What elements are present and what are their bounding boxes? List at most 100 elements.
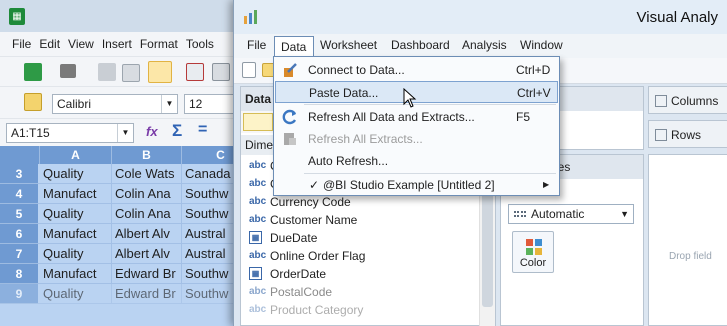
calendar-icon: ▦ [249, 267, 262, 280]
font-size-value: 12 [189, 97, 203, 111]
menu-item-auto-refresh[interactable]: Auto Refresh... [275, 150, 558, 172]
function-wizard-icon[interactable]: fx [146, 124, 158, 139]
cell[interactable]: Edward Br [112, 264, 182, 284]
color-button[interactable]: Color [512, 231, 554, 273]
menu-item-refresh-all-data[interactable]: Refresh All Data and Extracts... F5 [275, 106, 558, 128]
color-swatch-icon [535, 239, 542, 246]
menu-analysis[interactable]: Analysis [462, 38, 507, 52]
cell[interactable]: Edward Br [112, 284, 182, 304]
cell[interactable]: Albert Alv [112, 244, 182, 264]
menu-worksheet[interactable]: Worksheet [320, 38, 377, 52]
menu-dashboard[interactable]: Dashboard [391, 38, 450, 52]
menu-file[interactable]: File [247, 38, 266, 52]
new-worksheet-icon[interactable] [242, 62, 256, 78]
view-pane: Columns Rows Drop field [648, 86, 727, 326]
drop-field-hint: Drop field [669, 251, 712, 262]
cell[interactable]: Quality [40, 244, 112, 264]
formula-icon[interactable]: = [198, 121, 207, 139]
menu-window[interactable]: Window [520, 38, 563, 52]
row-header[interactable]: 8 [0, 264, 38, 284]
row-header[interactable]: 5 [0, 204, 38, 224]
sheet-menu-edit[interactable]: Edit [39, 37, 60, 51]
cell[interactable]: Manufact [40, 184, 112, 204]
sheet-menu-format[interactable]: Format [140, 37, 178, 51]
edit-mode-icon[interactable] [148, 61, 172, 83]
cell[interactable]: Quality [40, 164, 112, 184]
columns-shelf[interactable]: Columns [648, 86, 727, 114]
scrollbar-thumb[interactable] [482, 187, 493, 307]
row-header[interactable]: 6 [0, 224, 38, 244]
table-row: 4 Manufact Colin Ana Southw [0, 184, 260, 204]
list-item[interactable]: abc PostalCode [241, 283, 479, 301]
mail-icon[interactable] [122, 64, 140, 82]
styles-icon[interactable] [24, 93, 42, 111]
open-folder-icon[interactable] [60, 64, 76, 78]
column-header-b[interactable]: B [112, 146, 182, 164]
row-header[interactable]: 3 [0, 164, 38, 184]
table-row: 5 Quality Colin Ana Southw [0, 204, 260, 224]
cell[interactable]: Colin Ana [112, 204, 182, 224]
list-item[interactable]: ▦ DueDate [241, 229, 479, 247]
cell[interactable]: Cole Wats [112, 164, 182, 184]
color-swatch-icon [535, 248, 542, 255]
table-row: 6 Manufact Albert Alv Austral [0, 224, 260, 244]
sheet-menu-tools[interactable]: Tools [186, 37, 214, 51]
rows-icon [655, 129, 667, 141]
submenu-arrow-icon: ▶ [543, 180, 550, 189]
corner-cell[interactable] [0, 146, 40, 164]
sheet-menu-file[interactable]: File [12, 37, 31, 51]
color-swatch-icon [526, 248, 533, 255]
sum-icon[interactable]: Σ [172, 121, 182, 141]
extract-icon [284, 133, 296, 145]
menu-item-data-source[interactable]: ✓ @BI Studio Example [Untitled 2] ▶ [275, 174, 558, 196]
cell[interactable]: Manufact [40, 264, 112, 284]
list-item[interactable]: abc Customer Name [241, 211, 479, 229]
column-headers: A B C [0, 146, 260, 164]
cell[interactable]: Quality [40, 204, 112, 224]
cell[interactable]: Colin Ana [112, 184, 182, 204]
column-header-a[interactable]: A [40, 146, 112, 164]
menu-item-label: Refresh All Extracts... [308, 132, 423, 146]
va-app-icon [244, 10, 257, 24]
mark-type-select[interactable]: Automatic ▼ [508, 204, 634, 224]
rows-shelf[interactable]: Rows [648, 120, 727, 148]
menu-data[interactable]: Data [274, 36, 314, 58]
new-document-icon[interactable] [24, 63, 42, 81]
list-item[interactable]: abc Online Order Flag [241, 247, 479, 265]
calendar-icon: ▦ [249, 231, 262, 244]
list-item[interactable]: ▦ OrderDate [241, 265, 479, 283]
menu-item-refresh-all-extracts[interactable]: Refresh All Extracts... [275, 128, 558, 150]
font-name-value: Calibri [57, 97, 92, 111]
menu-item-label: Auto Refresh... [308, 154, 389, 168]
string-field-icon: abc [249, 214, 267, 225]
field-name: PostalCode [270, 285, 333, 299]
sheet-menu-view[interactable]: View [68, 37, 94, 51]
menu-separator [304, 104, 556, 105]
menu-item-label: @BI Studio Example [Untitled 2] [323, 178, 495, 192]
string-field-icon: abc [249, 304, 267, 315]
spreadsheet-window: ▦ File Edit View Insert Format Tools Cal… [0, 0, 260, 326]
color-button-label: Color [519, 257, 547, 269]
font-name-select[interactable]: Calibri ▼ [52, 94, 178, 114]
menu-item-label: Refresh All Data and Extracts... [308, 110, 475, 124]
name-box[interactable]: A1:T15 ▼ [6, 123, 134, 143]
window-title: Visual Analy [636, 9, 718, 26]
cell[interactable]: Manufact [40, 224, 112, 244]
export-pdf-icon[interactable] [186, 63, 204, 81]
row-header[interactable]: 7 [0, 244, 38, 264]
cell[interactable]: Quality [40, 284, 112, 304]
view-canvas[interactable]: Drop field [648, 154, 727, 326]
rows-shelf-label: Rows [671, 128, 702, 142]
menu-item-shortcut: Ctrl+V [517, 86, 551, 100]
mark-type-icon [514, 211, 526, 217]
cell[interactable]: Albert Alv [112, 224, 182, 244]
list-item[interactable]: abc Product Category [241, 301, 479, 319]
row-header[interactable]: 4 [0, 184, 38, 204]
spreadsheet-app-icon: ▦ [9, 8, 25, 25]
data-source-chip[interactable] [243, 113, 273, 131]
menu-item-connect-to-data[interactable]: Connect to Data... Ctrl+D [275, 59, 558, 81]
row-header[interactable]: 9 [0, 284, 38, 304]
save-icon[interactable] [98, 63, 116, 81]
sheet-menu-insert[interactable]: Insert [102, 37, 132, 51]
print-icon[interactable] [212, 63, 230, 81]
